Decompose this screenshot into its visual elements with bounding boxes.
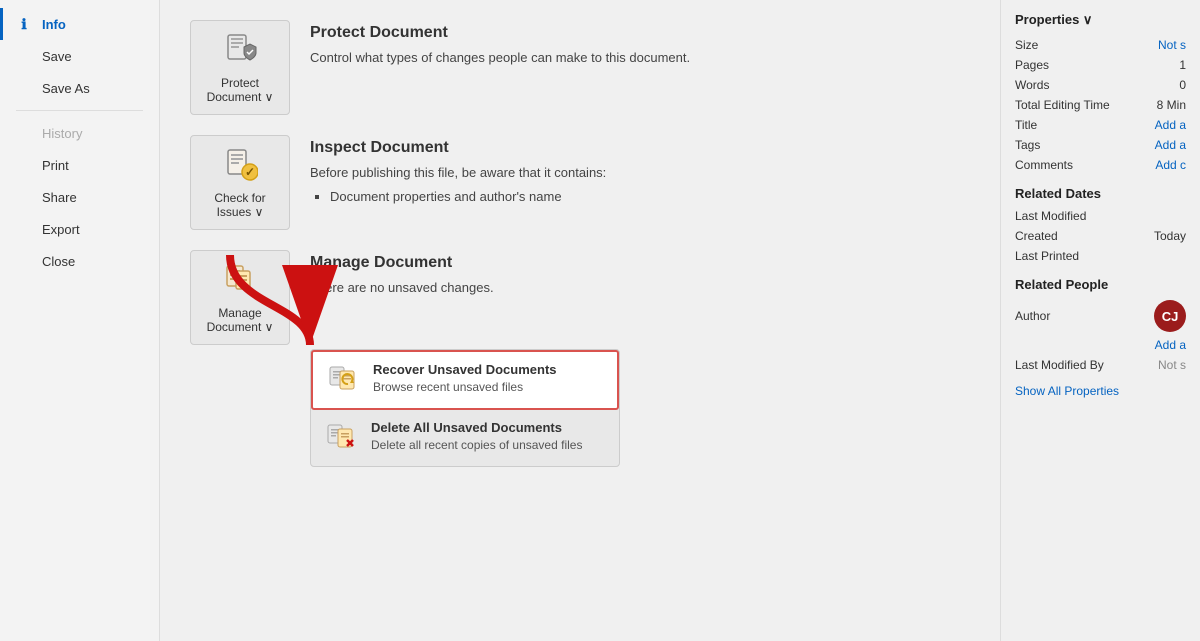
prop-pages: Pages 1 bbox=[1015, 58, 1186, 72]
protect-document-icon bbox=[222, 31, 258, 70]
svg-text:✓: ✓ bbox=[245, 165, 255, 179]
author-avatar: CJ bbox=[1154, 300, 1186, 332]
prop-last-modified-by-value: Not s bbox=[1158, 358, 1186, 372]
inspect-desc: Before publishing this file, be aware th… bbox=[310, 163, 970, 206]
delete-unsaved-text: Delete All Unsaved Documents Delete all … bbox=[371, 420, 605, 454]
prop-comments-value: Add c bbox=[1155, 158, 1186, 172]
related-people-heading: Related People bbox=[1015, 277, 1186, 292]
manage-document-icon bbox=[222, 261, 258, 300]
save-icon bbox=[16, 48, 32, 64]
protect-text: Protect Document Control what types of c… bbox=[310, 20, 970, 68]
inspect-bullets: Document properties and author's name bbox=[330, 187, 970, 207]
export-icon bbox=[16, 221, 32, 237]
prop-comments-label: Comments bbox=[1015, 158, 1073, 172]
sidebar-divider-1 bbox=[16, 110, 143, 111]
prop-tags-label: Tags bbox=[1015, 138, 1040, 152]
prop-tags-value: Add a bbox=[1155, 138, 1186, 152]
prop-last-modified: Last Modified bbox=[1015, 209, 1186, 223]
prop-title: Title Add a bbox=[1015, 118, 1186, 132]
manage-dropdown-container: Recover Unsaved Documents Browse recent … bbox=[190, 345, 970, 467]
prop-tags: Tags Add a bbox=[1015, 138, 1186, 152]
prop-size-value: Not s bbox=[1158, 38, 1186, 52]
sidebar-item-save-as[interactable]: Save As bbox=[0, 72, 159, 104]
protect-document-label: ProtectDocument ∨ bbox=[207, 76, 274, 104]
share-icon bbox=[16, 189, 32, 205]
history-icon bbox=[16, 125, 32, 141]
inspect-bullet-1: Document properties and author's name bbox=[330, 187, 970, 207]
delete-unsaved-item[interactable]: Delete All Unsaved Documents Delete all … bbox=[311, 410, 619, 466]
sidebar-item-export[interactable]: Export bbox=[0, 213, 159, 245]
prop-editing-time: Total Editing Time 8 Min bbox=[1015, 98, 1186, 112]
manage-top: ManageDocument ∨ Manage Document There a… bbox=[190, 250, 970, 345]
inspect-title: Inspect Document bbox=[310, 139, 970, 157]
prop-last-printed: Last Printed bbox=[1015, 249, 1186, 263]
sidebar-item-history: History bbox=[0, 117, 159, 149]
prop-author-label: Author bbox=[1015, 309, 1050, 323]
manage-title: Manage Document bbox=[310, 254, 970, 272]
prop-editing-time-label: Total Editing Time bbox=[1015, 98, 1110, 112]
main-content: ProtectDocument ∨ Protect Document Contr… bbox=[160, 0, 1000, 641]
recover-unsaved-text: Recover Unsaved Documents Browse recent … bbox=[373, 362, 603, 396]
inspect-section: ✓ Check forIssues ∨ Inspect Document Bef… bbox=[190, 135, 970, 230]
recover-unsaved-icon bbox=[327, 362, 363, 398]
show-all-properties-link[interactable]: Show All Properties bbox=[1015, 384, 1119, 398]
manage-document-button[interactable]: ManageDocument ∨ bbox=[190, 250, 290, 345]
prop-created-label: Created bbox=[1015, 229, 1058, 243]
delete-unsaved-desc: Delete all recent copies of unsaved file… bbox=[371, 437, 605, 454]
sidebar-item-save[interactable]: Save bbox=[0, 40, 159, 72]
prop-last-modified-by: Last Modified By Not s bbox=[1015, 358, 1186, 372]
check-for-issues-label: Check forIssues ∨ bbox=[214, 191, 265, 219]
prop-editing-time-value: 8 Min bbox=[1157, 98, 1186, 112]
close-icon bbox=[16, 253, 32, 269]
sidebar-item-info[interactable]: ℹ Info bbox=[0, 8, 159, 40]
protect-section: ProtectDocument ∨ Protect Document Contr… bbox=[190, 20, 970, 115]
prop-author: Author CJ bbox=[1015, 300, 1186, 332]
prop-title-value: Add a bbox=[1155, 118, 1186, 132]
prop-pages-value: 1 bbox=[1179, 58, 1186, 72]
protect-title: Protect Document bbox=[310, 24, 970, 42]
prop-last-modified-label: Last Modified bbox=[1015, 209, 1086, 223]
prop-pages-label: Pages bbox=[1015, 58, 1049, 72]
prop-author-add-value[interactable]: Add a bbox=[1155, 338, 1186, 352]
prop-words-label: Words bbox=[1015, 78, 1049, 92]
related-dates-heading: Related Dates bbox=[1015, 186, 1186, 201]
check-for-issues-button[interactable]: ✓ Check forIssues ∨ bbox=[190, 135, 290, 230]
prop-created-value: Today bbox=[1154, 229, 1186, 243]
manage-text: Manage Document There are no unsaved cha… bbox=[310, 250, 970, 298]
properties-panel: Properties ∨ Size Not s Pages 1 Words 0 … bbox=[1000, 0, 1200, 641]
delete-unsaved-icon bbox=[325, 420, 361, 456]
prop-last-printed-label: Last Printed bbox=[1015, 249, 1079, 263]
check-for-issues-icon: ✓ bbox=[222, 146, 258, 185]
sidebar-item-share[interactable]: Share bbox=[0, 181, 159, 213]
sidebar-item-close[interactable]: Close bbox=[0, 245, 159, 277]
recover-unsaved-item[interactable]: Recover Unsaved Documents Browse recent … bbox=[311, 350, 619, 410]
properties-title: Properties ∨ bbox=[1015, 12, 1186, 28]
prop-size: Size Not s bbox=[1015, 38, 1186, 52]
prop-last-modified-by-label: Last Modified By bbox=[1015, 358, 1104, 372]
prop-size-label: Size bbox=[1015, 38, 1038, 52]
manage-dropdown: Recover Unsaved Documents Browse recent … bbox=[310, 349, 620, 467]
print-icon bbox=[16, 157, 32, 173]
recover-unsaved-desc: Browse recent unsaved files bbox=[373, 379, 603, 396]
prop-author-add: Add a bbox=[1015, 338, 1186, 352]
delete-unsaved-title: Delete All Unsaved Documents bbox=[371, 420, 605, 435]
prop-comments: Comments Add c bbox=[1015, 158, 1186, 172]
prop-title-label: Title bbox=[1015, 118, 1037, 132]
info-icon: ℹ bbox=[16, 16, 32, 32]
prop-created: Created Today bbox=[1015, 229, 1186, 243]
sidebar-item-print[interactable]: Print bbox=[0, 149, 159, 181]
recover-unsaved-title: Recover Unsaved Documents bbox=[373, 362, 603, 377]
prop-words: Words 0 bbox=[1015, 78, 1186, 92]
manage-document-label: ManageDocument ∨ bbox=[207, 306, 274, 334]
manage-desc: There are no unsaved changes. bbox=[310, 278, 970, 298]
prop-words-value: 0 bbox=[1179, 78, 1186, 92]
protect-desc: Control what types of changes people can… bbox=[310, 48, 970, 68]
inspect-text: Inspect Document Before publishing this … bbox=[310, 135, 970, 206]
protect-document-button[interactable]: ProtectDocument ∨ bbox=[190, 20, 290, 115]
manage-section: ManageDocument ∨ Manage Document There a… bbox=[190, 250, 970, 467]
sidebar: ℹ Info Save Save As History Print Share … bbox=[0, 0, 160, 641]
save-as-icon bbox=[16, 80, 32, 96]
